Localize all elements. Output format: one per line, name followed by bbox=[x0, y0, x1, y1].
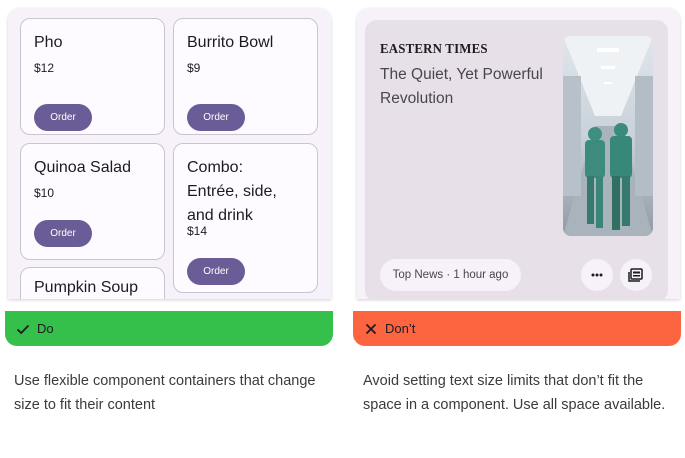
menu-item-name: Pumpkin Soup bbox=[34, 279, 139, 296]
news-card[interactable]: EASTERN TIMES The Quiet, Yet Powerful Re… bbox=[365, 20, 668, 299]
do-caption: Use flexible component containers that c… bbox=[14, 373, 316, 413]
menu-card: Burrito Bowl $9 Order bbox=[173, 18, 318, 135]
more-horiz-icon bbox=[591, 273, 603, 277]
do-example-panel: Pho $12 Order Burrito Bowl $9 Order Quin… bbox=[8, 8, 331, 299]
menu-card: Pumpkin Soup bbox=[20, 267, 165, 299]
menu-item-name: Pho bbox=[34, 34, 63, 51]
menu-card: Combo: Entrée, side, and drink $14 Order bbox=[173, 143, 318, 293]
menu-item-name: Quinoa Salad bbox=[34, 159, 131, 176]
menu-card: Pho $12 Order bbox=[20, 18, 165, 135]
dont-caption: Avoid setting text size limits that don’… bbox=[363, 373, 666, 413]
more-options-button[interactable] bbox=[581, 259, 613, 291]
order-button[interactable]: Order bbox=[187, 104, 245, 131]
full-coverage-button[interactable] bbox=[620, 259, 652, 291]
menu-item-price: $12 bbox=[34, 61, 55, 75]
dont-example-panel: EASTERN TIMES The Quiet, Yet Powerful Re… bbox=[357, 8, 680, 299]
menu-item-price: $14 bbox=[187, 224, 208, 238]
menu-card: Quinoa Salad $10 Order bbox=[20, 143, 165, 260]
menu-item-price: $9 bbox=[187, 61, 201, 75]
newspaper-icon bbox=[628, 268, 643, 282]
check-icon bbox=[16, 324, 30, 334]
do-label: Do bbox=[37, 321, 54, 336]
order-button[interactable]: Order bbox=[34, 220, 92, 247]
dont-banner: Don’t bbox=[353, 311, 681, 346]
menu-item-price: $10 bbox=[34, 186, 55, 200]
close-icon bbox=[365, 323, 377, 334]
news-image bbox=[563, 36, 653, 236]
menu-item-name: Burrito Bowl bbox=[187, 34, 274, 51]
news-meta-chip: Top News · 1 hour ago bbox=[380, 259, 521, 291]
do-banner: Do bbox=[5, 311, 333, 346]
order-button[interactable]: Order bbox=[34, 104, 92, 131]
news-source: EASTERN TIMES bbox=[380, 42, 488, 57]
order-button[interactable]: Order bbox=[187, 258, 245, 285]
dont-label: Don’t bbox=[385, 321, 416, 336]
news-headline: The Quiet, Yet Powerful Revolution bbox=[380, 66, 543, 107]
menu-item-name: Combo: Entrée, side, and drink bbox=[187, 159, 277, 224]
